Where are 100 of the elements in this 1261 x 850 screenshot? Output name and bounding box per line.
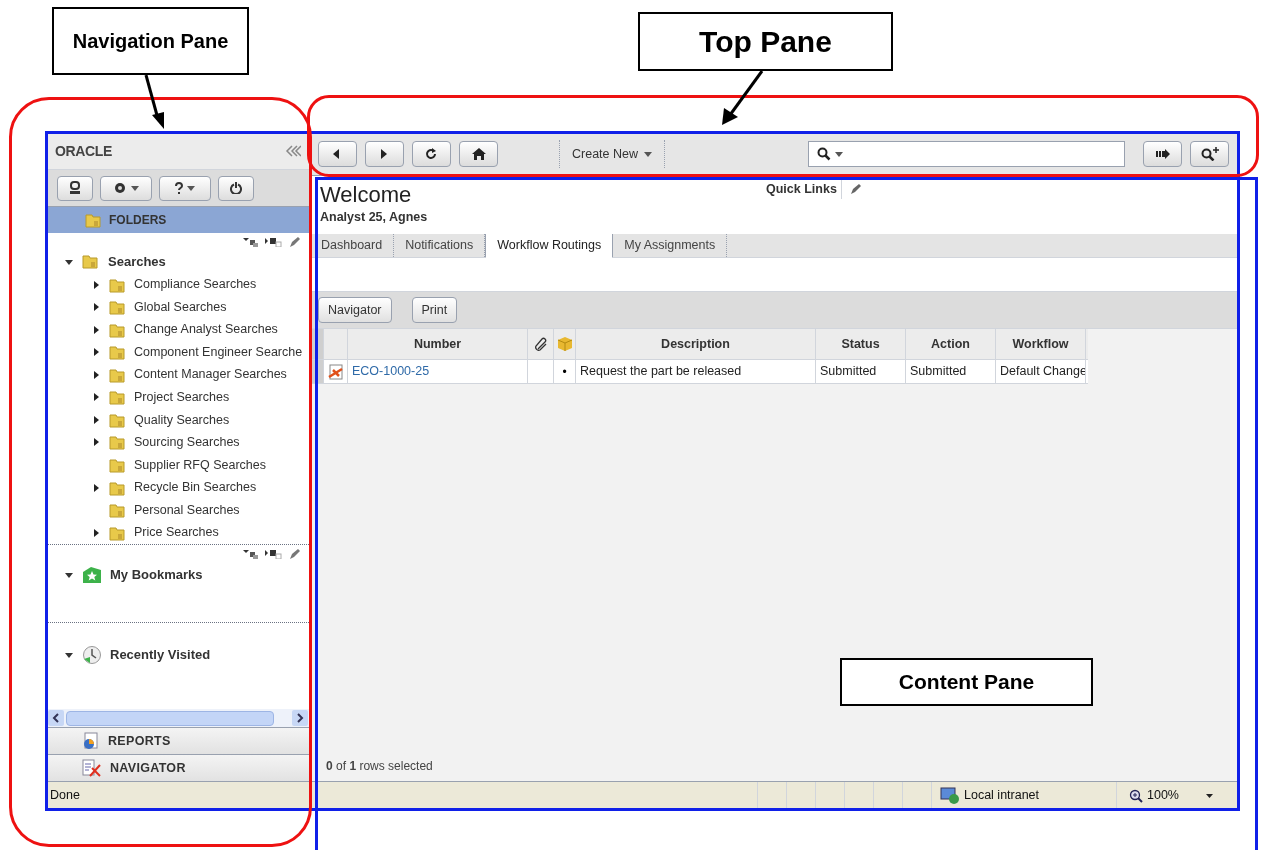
tree-item[interactable]: Searches [108,252,166,272]
scroll-right-icon[interactable] [292,710,308,726]
caret-right-icon[interactable] [92,302,100,313]
folder-icon [109,479,125,496]
folder-icon [109,434,125,451]
recently-visited-section[interactable]: Recently Visited [110,645,211,665]
caret-right-icon[interactable] [92,392,100,403]
section-bar[interactable]: REPORTS [47,727,309,754]
annotation-arrow [142,75,166,131]
table-cell: • [554,360,576,383]
folder-icon [109,524,125,541]
section-label: NAVIGATOR [110,759,186,777]
tree-item[interactable]: Supplier RFQ Searches [134,455,266,475]
diagram-icon [82,759,102,777]
go-button[interactable] [1143,141,1182,167]
folder-icon [109,389,125,406]
callout-label: Top Pane [638,12,893,71]
tree-item[interactable]: Component Engineer Searche [134,342,303,362]
tree-item[interactable]: Compliance Searches [134,275,257,294]
tree-item[interactable]: Personal Searches [134,500,240,520]
callout-label: Content Pane [840,658,1093,706]
folder-icon [109,344,125,361]
tree-item[interactable]: Content Manager Searches [134,365,287,385]
number-link[interactable]: ECO-1000-25 [348,360,528,383]
expand-all-icon [243,236,259,247]
quick-links-label[interactable]: Quick Links [766,180,842,199]
power-button[interactable] [218,175,254,201]
arrow-right-icon [1155,149,1170,159]
section-label: REPORTS [108,732,171,750]
caret-right-icon[interactable] [92,347,100,358]
create-new-menu[interactable]: Create New [559,140,665,168]
caret-right-icon[interactable] [92,324,100,335]
advanced-search-button[interactable] [1190,141,1229,167]
collapse-all-icon [265,236,283,247]
callout-label: Navigation Pane [52,7,249,75]
caret-right-icon[interactable] [92,279,100,290]
expand-all-icon [243,549,259,559]
tree-item[interactable]: Project Searches [134,387,230,407]
tree-item[interactable]: Change Analyst Searches [134,320,278,339]
tree-item[interactable]: Sourcing Searches [134,433,240,452]
table-cell: Submitted [906,360,996,383]
caret-right-icon[interactable] [92,527,100,538]
power-icon [230,182,242,194]
folders-bar[interactable]: FOLDERS [47,207,309,233]
caret-right-icon[interactable] [92,482,100,493]
caret-down-icon[interactable] [64,570,74,580]
edit-icon[interactable] [289,235,301,248]
collapse-icon[interactable] [285,145,301,157]
star-tag-icon [82,566,102,584]
column-header: Action [906,329,996,359]
caret-icon [187,185,195,191]
home-button[interactable] [459,141,498,167]
tab[interactable]: Workflow Routings [485,233,614,258]
toolbar-button[interactable]: Navigator [318,297,392,323]
tab[interactable]: My Assignments [613,234,728,257]
column-header: Description [576,329,816,359]
search-field[interactable] [808,141,1125,167]
help-button[interactable] [159,175,211,201]
caret-icon [131,185,139,191]
user-name: Analyst 25, Agnes [320,209,428,226]
user-button[interactable] [57,175,93,201]
scroll-left-icon[interactable] [48,710,64,726]
refresh-button[interactable] [412,141,451,167]
caret-right-icon[interactable] [92,414,100,425]
forward-button[interactable] [365,141,404,167]
zoom-button[interactable]: 100% [1116,782,1206,809]
tab[interactable]: Dashboard [310,234,395,257]
tree-item[interactable]: Price Searches [134,523,219,543]
folder-icon [109,502,125,519]
tree-item[interactable]: Global Searches [134,297,227,317]
settings-icon [113,181,127,195]
back-button[interactable] [318,141,357,167]
caret-down-icon[interactable] [64,650,74,660]
question-mark-icon [175,182,183,194]
status-text: Done [49,787,81,805]
tree-item[interactable]: Recycle Bin Searches [134,478,257,497]
section-bar[interactable]: NAVIGATOR [47,754,309,781]
paperclip-icon [533,337,548,351]
search-plus-icon [1200,147,1219,161]
edit-icon[interactable] [289,548,301,560]
horizontal-scrollbar[interactable] [47,709,309,727]
security-zone: Local intranet [964,787,1040,805]
folder-icon [109,366,125,383]
scrollbar-thumb[interactable] [66,710,274,726]
tree-item[interactable]: Quality Searches [134,410,230,430]
caret-right-icon[interactable] [92,369,100,380]
caret-right-icon[interactable] [92,437,100,448]
caret-icon[interactable] [1206,793,1213,798]
settings-button[interactable] [100,175,152,201]
bookmarks-section[interactable]: My Bookmarks [110,565,203,585]
edit-icon[interactable] [849,183,862,196]
column-header: Status [816,329,906,359]
zoom-icon [1129,788,1143,803]
column-header: Workflow [996,329,1086,359]
table-cell: Submitted [816,360,906,383]
page-title: Welcome [320,182,412,208]
toolbar-button[interactable]: Print [411,297,458,323]
folder-icon [109,321,125,338]
column-header: Number [348,329,528,359]
caret-icon [835,151,843,157]
